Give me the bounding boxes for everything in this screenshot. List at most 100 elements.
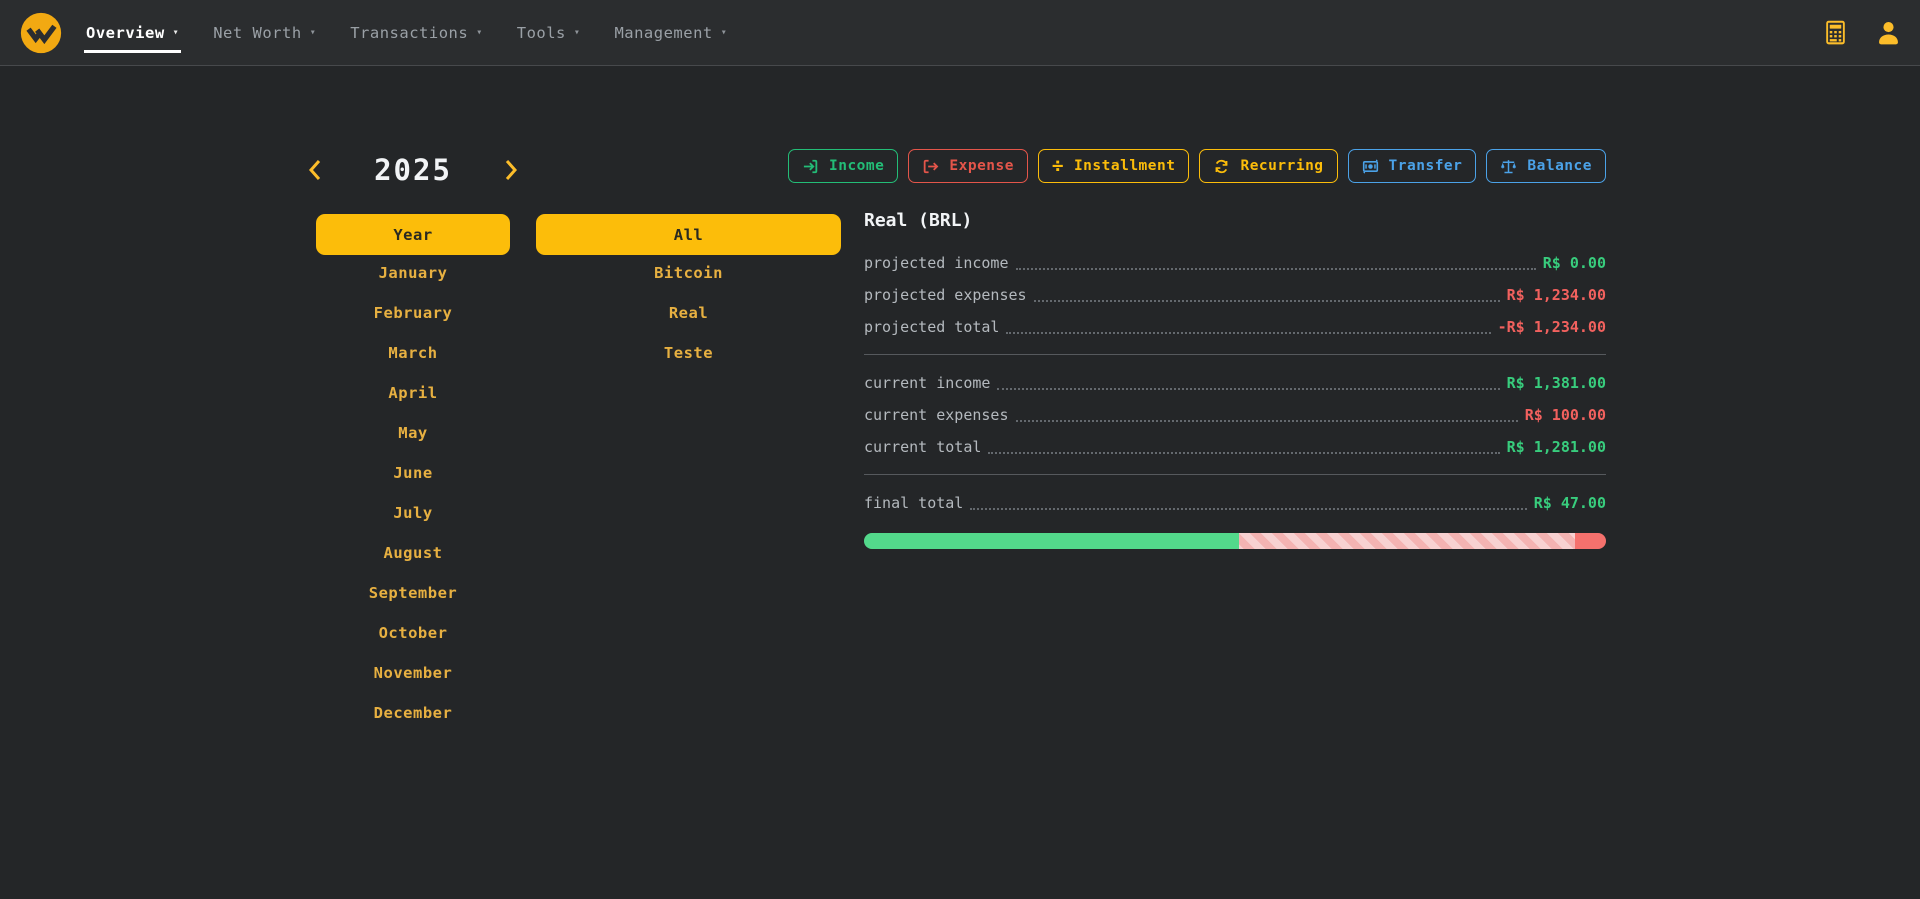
chevron-left-icon[interactable] bbox=[306, 158, 324, 182]
summary-row-value: R$ 100.00 bbox=[1525, 406, 1606, 424]
summary-divider bbox=[864, 354, 1606, 355]
summary-row-label: projected income bbox=[864, 254, 1009, 272]
navbar-right bbox=[1822, 19, 1902, 46]
account-summary: Real (BRL) projected incomeR$ 0.00projec… bbox=[864, 210, 1606, 549]
summary-row-label: current total bbox=[864, 438, 981, 456]
balance-button-label: Balance bbox=[1527, 158, 1592, 174]
all-accounts-button[interactable]: All bbox=[536, 214, 841, 255]
summary-row-projected-total: projected total -R$ 1,234.00 bbox=[864, 311, 1606, 343]
progress-segment-green bbox=[864, 533, 1239, 549]
summary-row-value: R$ 0.00 bbox=[1543, 254, 1606, 272]
recurring-button-label: Recurring bbox=[1240, 158, 1323, 174]
progress-segment-striped bbox=[1239, 533, 1575, 549]
summary-row-projected-expenses: projected expenses R$ 1,234.00 bbox=[864, 279, 1606, 311]
navbar: Overview▾Net Worth▾Transactions▾Tools▾Ma… bbox=[0, 0, 1920, 66]
chevron-down-icon: ▾ bbox=[173, 27, 180, 38]
expense-button-label: Expense bbox=[949, 158, 1014, 174]
nav-item-transactions[interactable]: Transactions ▾ bbox=[350, 24, 483, 42]
summary-rows: projected income R$ 0.00 projected expense… bbox=[864, 247, 1606, 519]
arrow-repeat-icon bbox=[1213, 158, 1230, 175]
chevron-down-icon: ▾ bbox=[476, 27, 483, 38]
dotted-leader bbox=[997, 388, 1499, 390]
summary-row-label: final total bbox=[864, 494, 963, 512]
summary-row-value: R$ 1,381.00 bbox=[1507, 374, 1606, 392]
month-link-february[interactable]: February bbox=[316, 293, 510, 333]
box-arrow-out-right-icon bbox=[922, 158, 939, 175]
summary-title: Real (BRL) bbox=[864, 210, 1606, 231]
nav-item-tools[interactable]: Tools ▾ bbox=[517, 24, 581, 42]
main-nav: Overview▾Net Worth▾Transactions▾Tools▾Ma… bbox=[86, 0, 727, 65]
month-link-may[interactable]: May bbox=[316, 413, 510, 453]
month-link-november[interactable]: November bbox=[316, 653, 510, 693]
month-link-january[interactable]: January bbox=[316, 253, 510, 293]
installment-button[interactable]: ÷ Installment bbox=[1038, 149, 1189, 183]
scales-icon bbox=[1500, 158, 1517, 175]
budget-progress-bar bbox=[864, 533, 1606, 549]
summary-row-value: R$ 1,234.00 bbox=[1507, 286, 1606, 304]
summary-row-value: -R$ 1,234.00 bbox=[1498, 318, 1606, 336]
nav-item-label: Overview bbox=[86, 24, 165, 42]
summary-row-label: projected total bbox=[864, 318, 999, 336]
nav-item-label: Transactions bbox=[350, 24, 468, 42]
summary-row-projected-income: projected income R$ 0.00 bbox=[864, 247, 1606, 279]
expense-button[interactable]: Expense bbox=[908, 149, 1028, 183]
dotted-leader bbox=[1006, 332, 1490, 334]
nav-item-overview[interactable]: Overview ▾ bbox=[86, 24, 179, 42]
nav-item-net-worth[interactable]: Net Worth ▾ bbox=[213, 24, 316, 42]
cash-exchange-icon bbox=[1362, 158, 1379, 175]
summary-divider bbox=[864, 474, 1606, 475]
month-link-december[interactable]: December bbox=[316, 693, 510, 733]
app-logo-icon[interactable] bbox=[18, 10, 64, 56]
summary-row-current-income: current income R$ 1,381.00 bbox=[864, 367, 1606, 399]
income-button[interactable]: Income bbox=[788, 149, 898, 183]
summary-row-value: R$ 1,281.00 bbox=[1507, 438, 1606, 456]
summary-row-current-expenses: current expenses R$ 100.00 bbox=[864, 399, 1606, 431]
summary-row-final-total: final total R$ 47.00 bbox=[864, 487, 1606, 519]
user-icon[interactable] bbox=[1875, 19, 1902, 46]
chevron-down-icon: ▾ bbox=[721, 27, 728, 38]
month-link-june[interactable]: June bbox=[316, 453, 510, 493]
main-content: 2025 Year JanuaryFebruaryMarchAprilMayJu… bbox=[0, 66, 1920, 898]
summary-row-label: current expenses bbox=[864, 406, 1009, 424]
nav-item-label: Tools bbox=[517, 24, 566, 42]
year-label: 2025 bbox=[374, 153, 452, 187]
account-link-bitcoin[interactable]: Bitcoin bbox=[536, 253, 841, 293]
box-arrow-in-right-icon bbox=[802, 158, 819, 175]
nav-item-label: Net Worth bbox=[213, 24, 302, 42]
income-button-label: Income bbox=[829, 158, 884, 174]
dotted-leader bbox=[1016, 420, 1518, 422]
summary-row-label: current income bbox=[864, 374, 990, 392]
summary-row-value: R$ 47.00 bbox=[1534, 494, 1606, 512]
dotted-leader bbox=[970, 508, 1526, 510]
transfer-button[interactable]: Transfer bbox=[1348, 149, 1477, 183]
month-link-april[interactable]: April bbox=[316, 373, 510, 413]
month-link-march[interactable]: March bbox=[316, 333, 510, 373]
account-link-real[interactable]: Real bbox=[536, 293, 841, 333]
chevron-right-icon[interactable] bbox=[502, 158, 520, 182]
dotted-leader bbox=[1034, 300, 1500, 302]
calculator-icon[interactable] bbox=[1822, 19, 1849, 46]
month-link-august[interactable]: August bbox=[316, 533, 510, 573]
summary-row-label: projected expenses bbox=[864, 286, 1027, 304]
nav-item-management[interactable]: Management ▾ bbox=[614, 24, 727, 42]
division-icon: ÷ bbox=[1052, 158, 1064, 175]
dotted-leader bbox=[1016, 268, 1536, 270]
dotted-leader bbox=[988, 452, 1499, 454]
account-list: BitcoinRealTeste bbox=[536, 253, 841, 373]
summary-row-current-total: current total R$ 1,281.00 bbox=[864, 431, 1606, 463]
account-link-teste[interactable]: Teste bbox=[536, 333, 841, 373]
installment-button-label: Installment bbox=[1074, 158, 1176, 174]
month-link-september[interactable]: September bbox=[316, 573, 510, 613]
recurring-button[interactable]: Recurring bbox=[1199, 149, 1337, 183]
transfer-button-label: Transfer bbox=[1389, 158, 1463, 174]
transaction-type-filters: Income Expense ÷ Installment Recurring bbox=[788, 149, 1606, 183]
progress-segment-red bbox=[1575, 533, 1606, 549]
chevron-down-icon: ▾ bbox=[574, 27, 581, 38]
month-link-october[interactable]: October bbox=[316, 613, 510, 653]
chevron-down-icon: ▾ bbox=[310, 27, 317, 38]
nav-item-label: Management bbox=[614, 24, 712, 42]
year-navigator: 2025 bbox=[306, 150, 520, 190]
month-link-july[interactable]: July bbox=[316, 493, 510, 533]
year-button[interactable]: Year bbox=[316, 214, 510, 255]
balance-button[interactable]: Balance bbox=[1486, 149, 1606, 183]
